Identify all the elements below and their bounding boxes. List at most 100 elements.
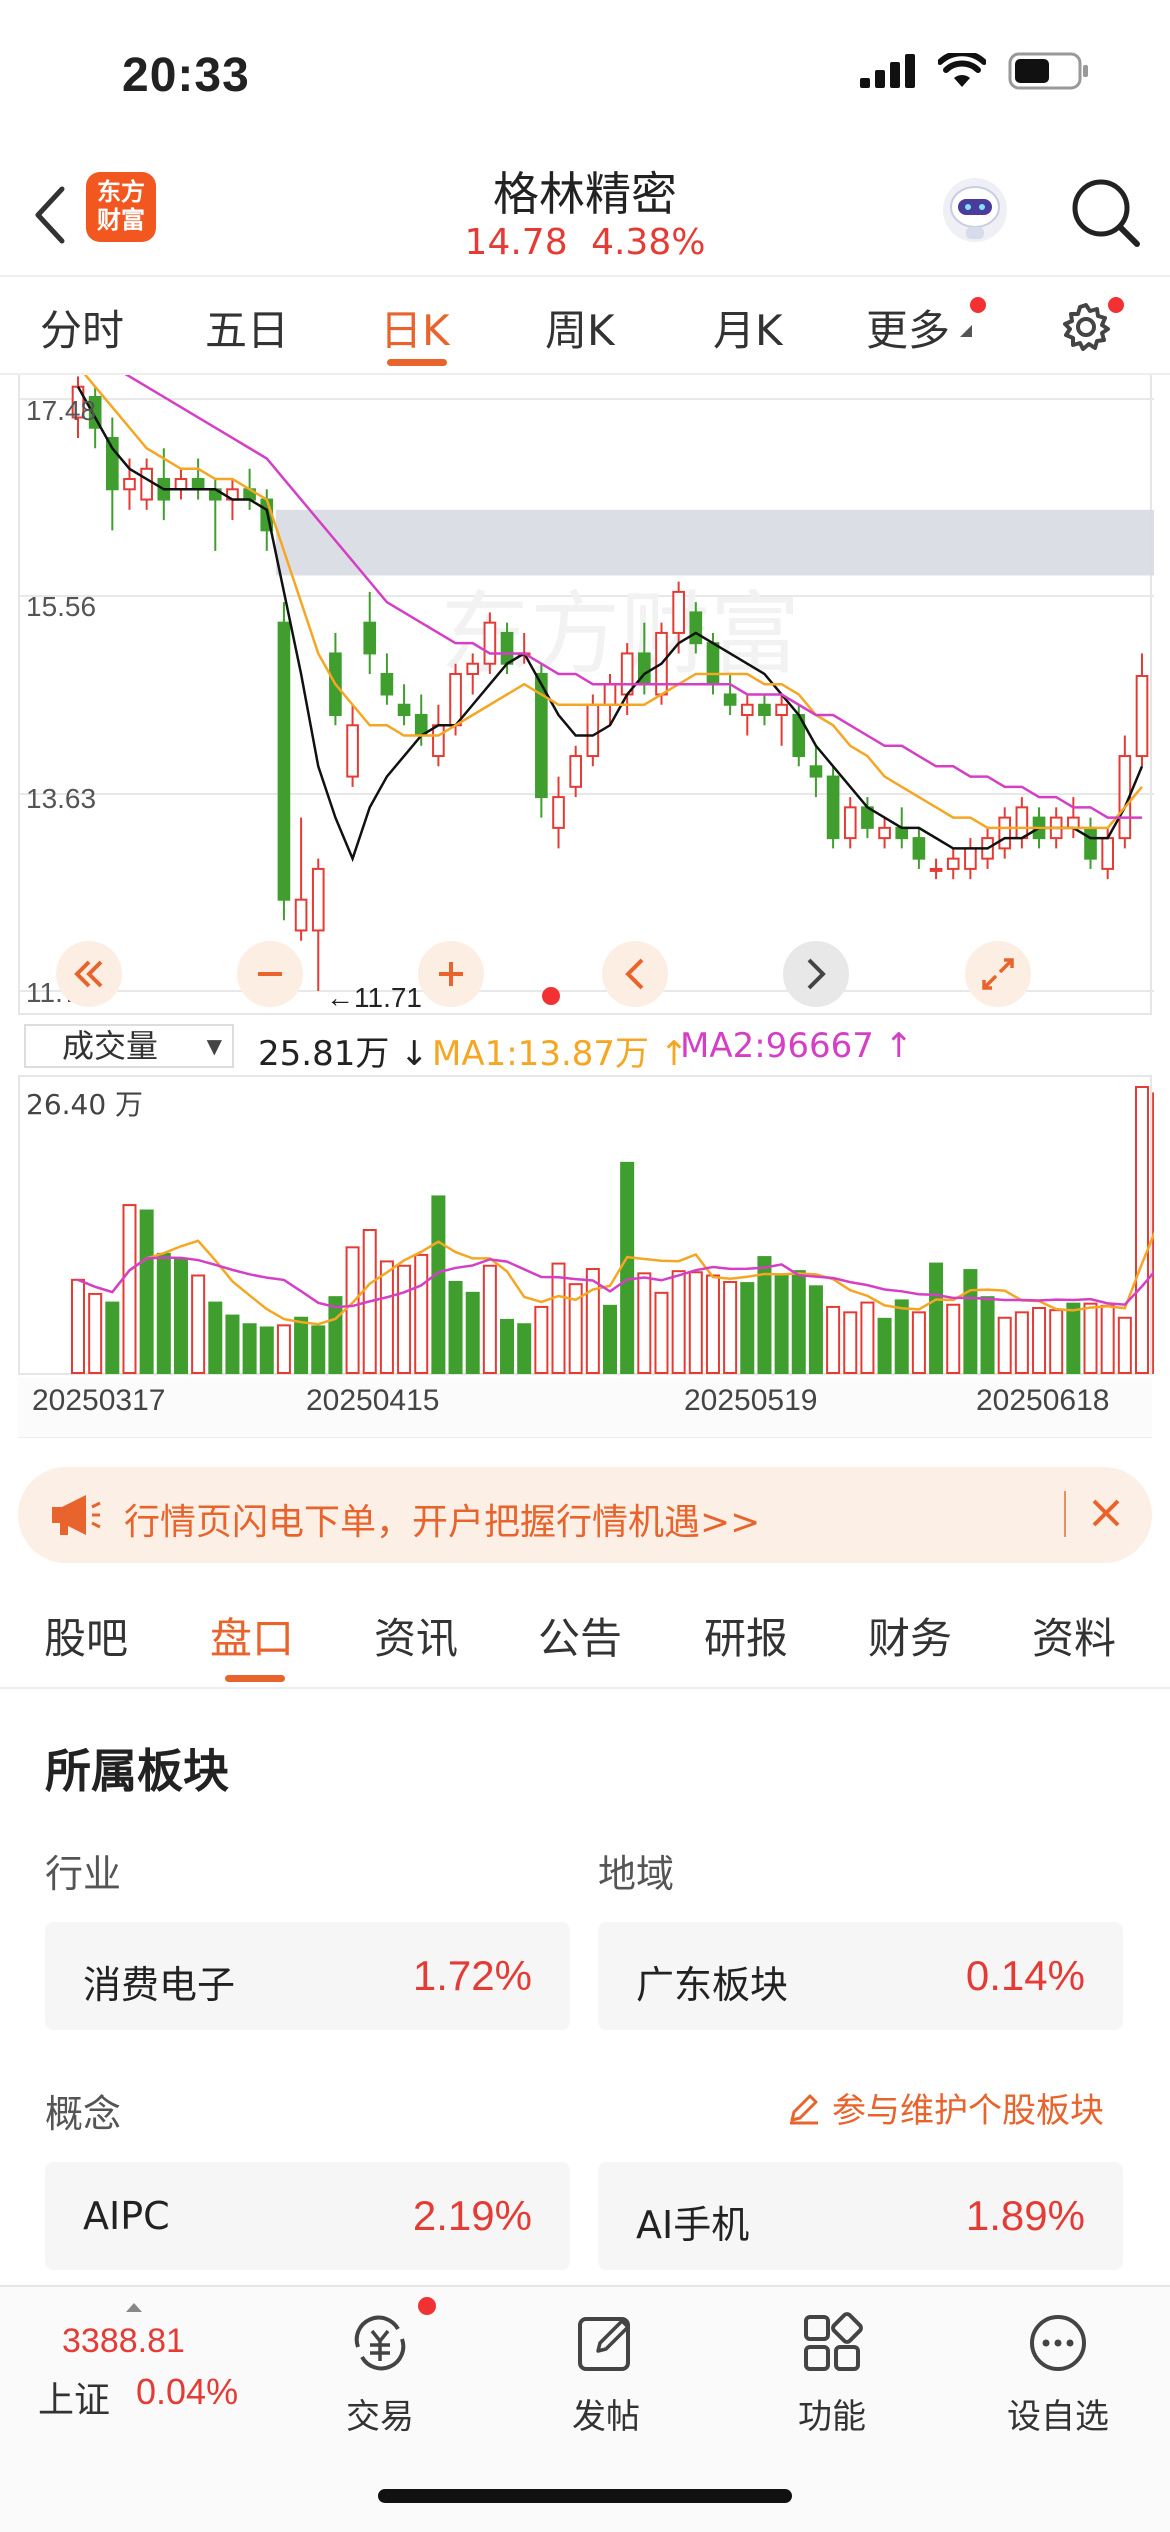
volume-bar <box>551 1262 566 1374</box>
volume-chart[interactable]: 26.40 万 <box>18 1075 1154 1375</box>
settings-button[interactable] <box>1058 299 1114 355</box>
home-indicator <box>378 2489 792 2503</box>
candle-body <box>569 755 582 788</box>
volume-bar <box>88 1292 103 1375</box>
reset-icon <box>982 958 1014 990</box>
tab-daily-k[interactable]: 日K <box>380 297 450 358</box>
candle-body <box>843 806 857 840</box>
active-tab-indicator <box>387 359 447 366</box>
robot-assistant-icon[interactable] <box>940 175 1010 245</box>
volume-bar <box>500 1318 515 1375</box>
volume-bar <box>1117 1316 1132 1374</box>
tab-research[interactable]: 研报 <box>704 1605 788 1666</box>
trade-notification-dot <box>418 2297 436 2315</box>
candle-body <box>500 631 514 665</box>
volume-bar <box>740 1282 755 1374</box>
volume-bar <box>225 1314 240 1374</box>
indicator-select[interactable]: 成交量 ▼ <box>24 1024 234 1068</box>
volume-bar <box>774 1273 789 1375</box>
volume-ma2-line <box>77 1256 1154 1309</box>
tab-monthly-k[interactable]: 月K <box>713 297 783 358</box>
volume-header: 成交量 ▼ 25.81万 ↓ MA1:13.87万 ↑ MA2:96667 ↑ <box>24 1022 1154 1074</box>
tab-quote[interactable]: 盘口 <box>210 1605 294 1666</box>
chart-position-dot <box>542 987 560 1005</box>
tab-forum[interactable]: 股吧 <box>44 1605 128 1666</box>
zoom-out-button[interactable] <box>237 941 303 1007</box>
candle-body <box>1067 816 1080 829</box>
sector-card-region[interactable]: 广东板块 0.14% <box>598 1922 1123 2030</box>
promo-close-button[interactable] <box>1088 1483 1124 1553</box>
volume-bar <box>105 1301 120 1374</box>
market-index[interactable]: 3388.81 上证 0.04% <box>0 2287 240 2447</box>
volume-bar <box>1083 1302 1098 1375</box>
scroll-right-button[interactable] <box>783 941 849 1007</box>
volume-bar <box>997 1316 1012 1374</box>
candle-body <box>723 693 737 706</box>
volume-bar <box>139 1209 154 1374</box>
candle-body <box>672 590 685 634</box>
edit-icon <box>790 2094 818 2124</box>
volume-bar <box>397 1264 412 1374</box>
date-tick-label: 20250618 <box>976 1384 1110 1417</box>
candle-body <box>964 847 977 870</box>
candle-body <box>311 867 325 932</box>
volume-bar <box>156 1252 171 1374</box>
volume-bar <box>431 1195 446 1374</box>
index-change-pct: 0.04% <box>136 2371 239 2412</box>
tab-intraday[interactable]: 分时 <box>40 297 124 358</box>
kline-svg: 东方财富 <box>20 375 1154 992</box>
candle-body <box>363 621 377 655</box>
volume-ma2: MA2:96667 ↑ <box>680 1026 914 1066</box>
volume-max-label: 26.40 万 <box>26 1088 144 1121</box>
wifi-icon <box>938 53 986 87</box>
search-button[interactable] <box>1065 172 1145 252</box>
volume-bar <box>637 1272 652 1374</box>
period-tabs: 分时 五日 日K 周K 月K 更多 <box>0 275 1170 375</box>
volume-svg <box>70 1086 1154 1375</box>
volume-bar <box>826 1305 841 1375</box>
more-dots-icon <box>1030 2315 1086 2371</box>
candle-body <box>466 662 480 675</box>
functions-button[interactable]: 功能 <box>762 2307 902 2438</box>
tab-news[interactable]: 资讯 <box>374 1605 458 1666</box>
tab-more[interactable]: 更多 <box>866 297 950 358</box>
zoom-in-button[interactable] <box>418 941 484 1007</box>
volume-bar <box>208 1301 223 1374</box>
add-watchlist-button[interactable]: 设自选 <box>988 2307 1128 2438</box>
sector-card-industry[interactable]: 消费电子 1.72% <box>45 1922 570 2030</box>
trade-button[interactable]: 交易 <box>310 2307 450 2438</box>
scroll-left-button[interactable] <box>602 941 668 1007</box>
chevron-right-icon <box>807 958 826 990</box>
candle-body <box>123 478 136 491</box>
volume-bar <box>448 1281 463 1374</box>
indicator-select-label: 成交量 <box>62 1027 159 1065</box>
sector-card-concept[interactable]: AIPC 2.19% <box>45 2162 570 2270</box>
volume-bar <box>723 1281 738 1374</box>
candle-body <box>191 478 205 491</box>
date-tick-label: 20250519 <box>684 1384 818 1417</box>
price-tick-label: 13.63 <box>26 783 97 814</box>
reset-chart-button[interactable] <box>965 941 1031 1007</box>
plus-icon <box>439 962 463 986</box>
tab-announcements[interactable]: 公告 <box>538 1605 622 1666</box>
kline-chart[interactable]: 东方财富 17.48 15.56 13.63 11.71 ←11.71 <box>18 375 1154 1015</box>
candle-body <box>449 672 462 727</box>
sector-card-concept[interactable]: AI手机 1.89% <box>598 2162 1123 2270</box>
tab-profile[interactable]: 资料 <box>1032 1605 1116 1666</box>
tab-finance[interactable]: 财务 <box>868 1605 952 1666</box>
tab-five-day[interactable]: 五日 <box>205 297 289 358</box>
tab-weekly-k[interactable]: 周K <box>545 297 615 358</box>
promo-banner[interactable]: 行情页闪电下单，开户把握行情机遇>> <box>18 1467 1152 1563</box>
date-tick-label: 20250317 <box>32 1384 166 1417</box>
concept-label: 概念 <box>45 2092 122 2136</box>
sector-name: 消费电子 <box>83 1963 236 2007</box>
scroll-left-fast-button[interactable] <box>56 941 122 1007</box>
trade-label: 交易 <box>346 2397 414 2437</box>
nav-header: 东方 财富 格林精密 14.78 4.38% <box>0 150 1170 275</box>
maintain-sectors-link[interactable]: 参与维护个股板块 <box>786 2083 1104 2132</box>
candle-body <box>998 816 1012 850</box>
post-button[interactable]: 发帖 <box>536 2307 676 2438</box>
candle-body <box>706 642 720 686</box>
trade-icon <box>354 2315 406 2371</box>
active-section-indicator <box>225 1675 285 1682</box>
